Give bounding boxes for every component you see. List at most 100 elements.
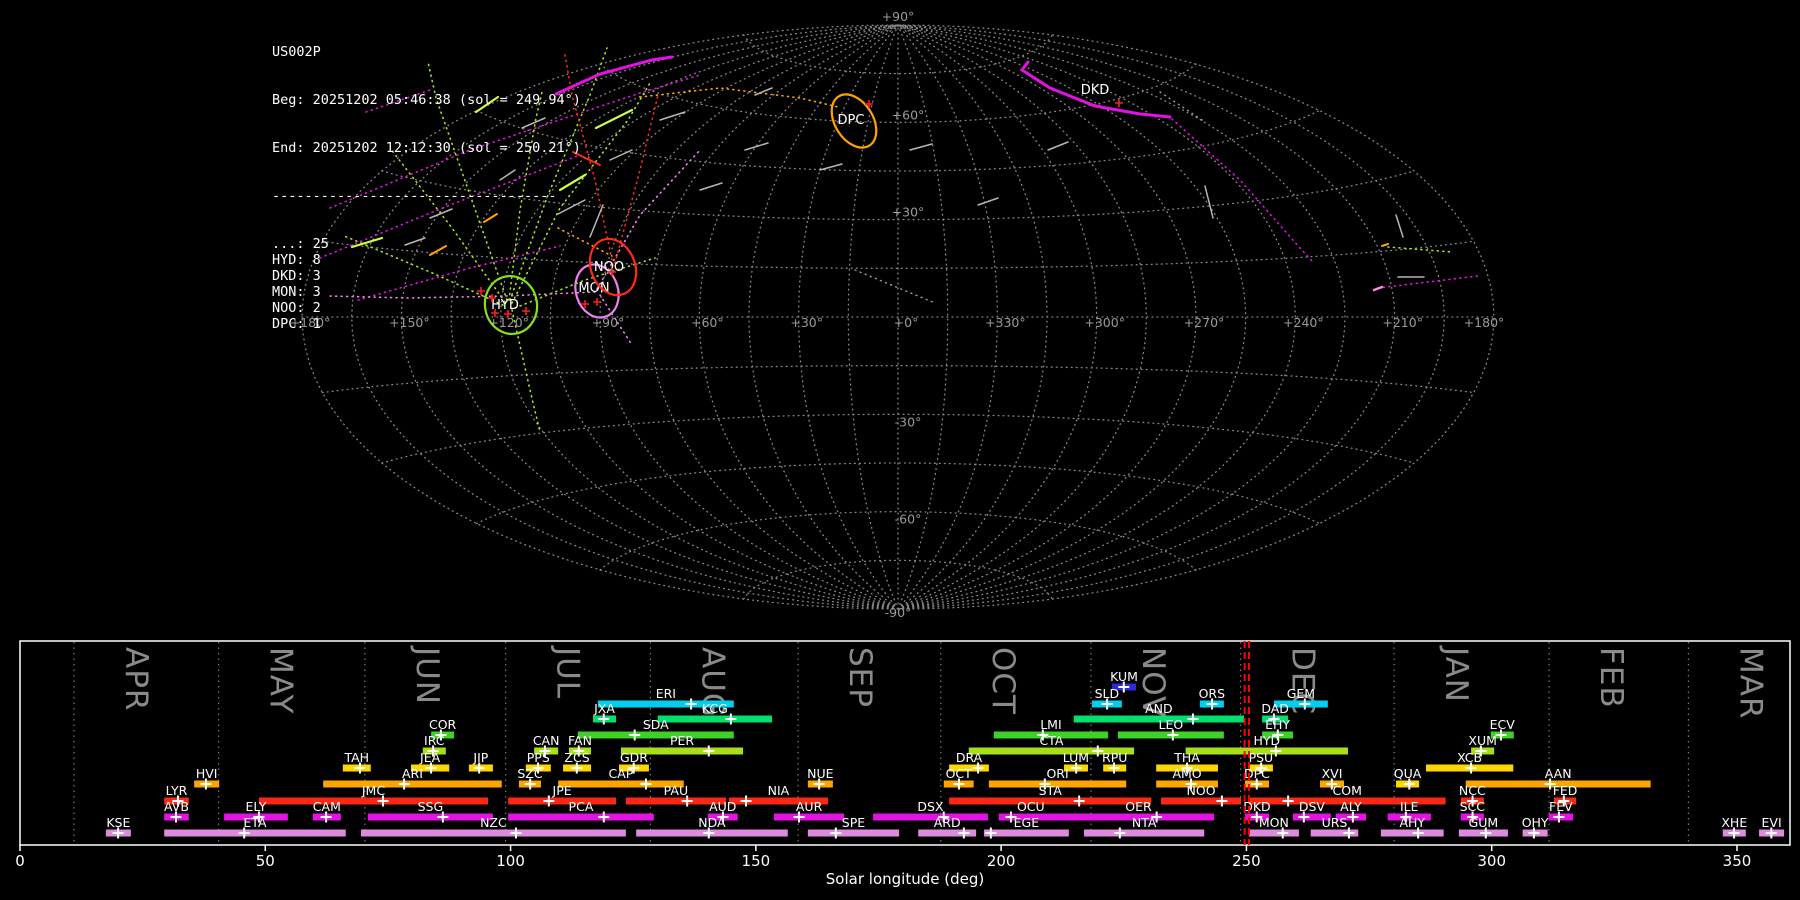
x-axis-tick-label: 150 <box>742 852 771 870</box>
shower-label-PAU: PAU <box>664 783 688 798</box>
shower-label-ILE: ILE <box>1400 799 1419 814</box>
radiant-map-and-timeline-plot: +90°-90°+60°+30°-30°-60°+180° +150° +120° +… <box>15 9 1791 888</box>
shower-bar-NOO <box>1161 797 1242 805</box>
shower-peak-cross-PER <box>703 745 715 757</box>
shower-bar-AHY <box>1380 829 1444 837</box>
shower-label-CAP: CAP <box>609 766 634 781</box>
separator-line: ----------------------------------- <box>272 188 557 204</box>
shower-label-LEO: LEO <box>1159 717 1184 732</box>
month-label-JUN: JUN <box>409 645 445 705</box>
shower-bar-ARI <box>323 780 502 788</box>
x-axis-tick-label: 200 <box>987 852 1016 870</box>
longitude-label: +30° <box>790 315 823 330</box>
shower-bar-MON <box>1248 829 1299 837</box>
shower-bar-PCA <box>508 813 654 821</box>
meteor-trace <box>1377 275 1479 289</box>
latitude-label: -30° <box>895 414 922 429</box>
x-axis-tick-label: 100 <box>496 852 525 870</box>
shower-label-AND: AND <box>1145 701 1173 716</box>
shower-label-CTA: CTA <box>1039 733 1063 748</box>
meteor-trace <box>659 111 686 121</box>
meteor-trace <box>589 204 604 238</box>
shower-label-IRC: IRC <box>424 733 445 748</box>
shower-label-GEM: GEM <box>1287 686 1315 701</box>
shower-bar-DSX <box>873 813 988 821</box>
x-axis-title: Solar longitude (deg) <box>826 870 984 888</box>
pole-label-south: -90° <box>885 605 912 620</box>
shower-label-XCB: XCB <box>1457 750 1482 765</box>
shower-peak-cross-EGE <box>985 827 997 839</box>
longitude-label: +270° <box>1184 315 1225 330</box>
meteor-trace <box>639 87 839 108</box>
month-label-SEP: SEP <box>842 647 878 708</box>
shower-bar-EGE <box>983 829 1069 837</box>
shower-label-PCA: PCA <box>569 799 594 814</box>
latitude-label: +30° <box>892 205 925 220</box>
shower-label-ERI: ERI <box>656 686 676 701</box>
x-axis-tick-label: 0 <box>15 852 25 870</box>
count-line: ...: 25 <box>272 236 329 252</box>
shower-label-COM: COM <box>1333 783 1362 798</box>
shower-bar-NZC <box>360 829 626 837</box>
shower-label-NOO: NOO <box>1187 783 1216 798</box>
latitude-label: -60° <box>895 512 922 527</box>
x-axis-tick-label: 300 <box>1477 852 1506 870</box>
month-label-MAY: MAY <box>263 647 299 714</box>
shower-label-NTA: NTA <box>1132 815 1157 830</box>
longitude-label: +300° <box>1084 315 1125 330</box>
shower-label-ORI: ORI <box>1046 766 1068 781</box>
shower-label-OHY: OHY <box>1522 815 1549 830</box>
end-time: End: 20251202 12:12:30 (sol = 250.21°) <box>272 140 581 156</box>
x-axis-tick-label: 250 <box>1232 852 1261 870</box>
longitude-label: +330° <box>985 315 1026 330</box>
shower-label-DSX: DSX <box>917 799 944 814</box>
shower-label-AHY: AHY <box>1399 815 1425 830</box>
meteor-trace <box>744 142 769 151</box>
shower-label-NZC: NZC <box>480 815 507 830</box>
month-label-APR: APR <box>118 647 154 711</box>
meteor-trace <box>1395 214 1404 238</box>
count-line: HYD: 8 <box>272 252 321 268</box>
shower-peak-cross-PCA <box>598 811 610 823</box>
meteor-trace <box>909 143 933 151</box>
shower-label-URS: URS <box>1322 815 1348 830</box>
meteor-trace <box>854 269 936 304</box>
shower-label-JPE: JPE <box>552 783 572 798</box>
shower-label-SSG: SSG <box>418 799 444 814</box>
count-line: NOO: 2 <box>272 300 321 316</box>
shower-label-STA: STA <box>1039 783 1063 798</box>
shower-label-KCG: KCG <box>702 701 728 716</box>
shower-bar-AUR <box>774 813 845 821</box>
shower-label-XUM: XUM <box>1468 733 1497 748</box>
observation-info-panel: US002P Beg: 20251202 05:46:38 (sol = 249… <box>272 12 581 348</box>
shower-label-FAN: FAN <box>568 733 592 748</box>
shower-label-LYR: LYR <box>166 783 188 798</box>
shower-peak-cross-NOO <box>1216 795 1228 807</box>
shower-label-JMC: JMC <box>361 783 385 798</box>
shower-label-OCU: OCU <box>1017 799 1045 814</box>
shower-label-JEA: JEA <box>419 750 441 765</box>
radiant-label-DPC: DPC <box>838 113 865 128</box>
shower-label-FEV: FEV <box>1549 799 1573 814</box>
begin-time: Beg: 20251202 05:46:38 (sol = 249.94°) <box>272 92 581 108</box>
shower-label-OER: OER <box>1125 799 1152 814</box>
month-label-FEB: FEB <box>1593 647 1629 709</box>
shower-label-ETA: ETA <box>243 815 267 830</box>
meteor-trace <box>819 163 843 171</box>
shower-label-QUA: QUA <box>1394 766 1422 781</box>
meteor-trace <box>977 197 999 206</box>
month-label-MAR: MAR <box>1732 647 1768 720</box>
shower-label-FED: FED <box>1553 783 1578 798</box>
shower-label-AAN: AAN <box>1545 766 1572 781</box>
shower-bar-JPE <box>508 797 617 805</box>
shower-peak-cross-NTA <box>1114 827 1126 839</box>
count-line: DPC: 1 <box>272 316 321 332</box>
meteor-trace <box>1047 141 1069 151</box>
shower-label-MON: MON <box>1259 815 1289 830</box>
shower-label-AMO: AMO <box>1172 766 1201 781</box>
shower-label-CAN: CAN <box>533 733 560 748</box>
shower-label-TAH: TAH <box>343 750 369 765</box>
meteor-trace <box>594 108 634 130</box>
shower-label-NDA: NDA <box>698 815 726 830</box>
shower-label-SDA: SDA <box>643 717 669 732</box>
